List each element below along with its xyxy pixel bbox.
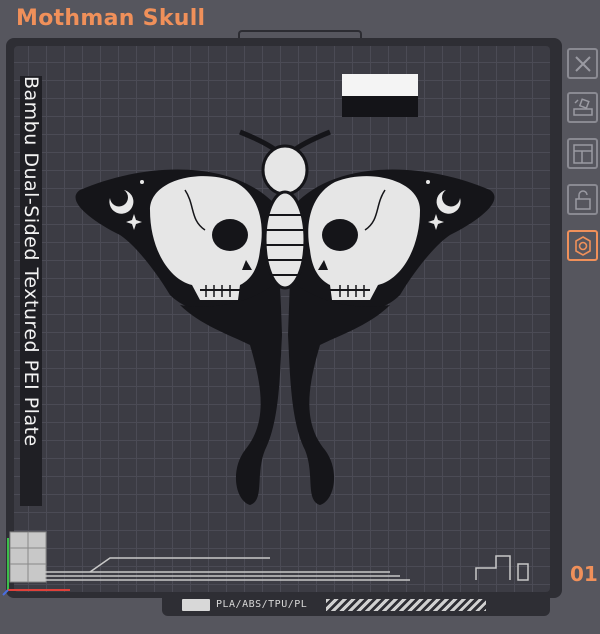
plate-hatch-pattern — [326, 599, 486, 611]
plate-type-label: Bambu Dual-Sided Textured PEI Plate — [20, 76, 42, 506]
bambu-logo-icon — [182, 599, 210, 611]
close-plate-button[interactable] — [567, 48, 598, 79]
layout-button[interactable] — [567, 138, 598, 169]
swatch-black — [342, 96, 418, 117]
lock-button[interactable] — [567, 184, 598, 215]
auto-arrange-icon — [572, 97, 593, 116]
auto-arrange-button[interactable] — [567, 92, 598, 123]
project-title: Mothman Skull — [16, 6, 206, 31]
swatch-white — [342, 74, 418, 96]
plate-type-text: Bambu Dual-Sided Textured PEI Plate — [20, 76, 42, 447]
plate-settings-button[interactable] — [567, 230, 598, 261]
close-icon — [574, 55, 591, 72]
lock-icon — [574, 189, 591, 210]
plate-decoration-lines — [42, 555, 529, 581]
plate-number: 01 — [570, 562, 598, 586]
filament-color-swatch — [342, 74, 418, 117]
mothman-skull-model[interactable] — [70, 120, 500, 510]
gear-icon — [574, 235, 591, 256]
layout-icon — [572, 143, 593, 164]
filament-types-label: PLA/ABS/TPU/PL — [216, 599, 308, 610]
